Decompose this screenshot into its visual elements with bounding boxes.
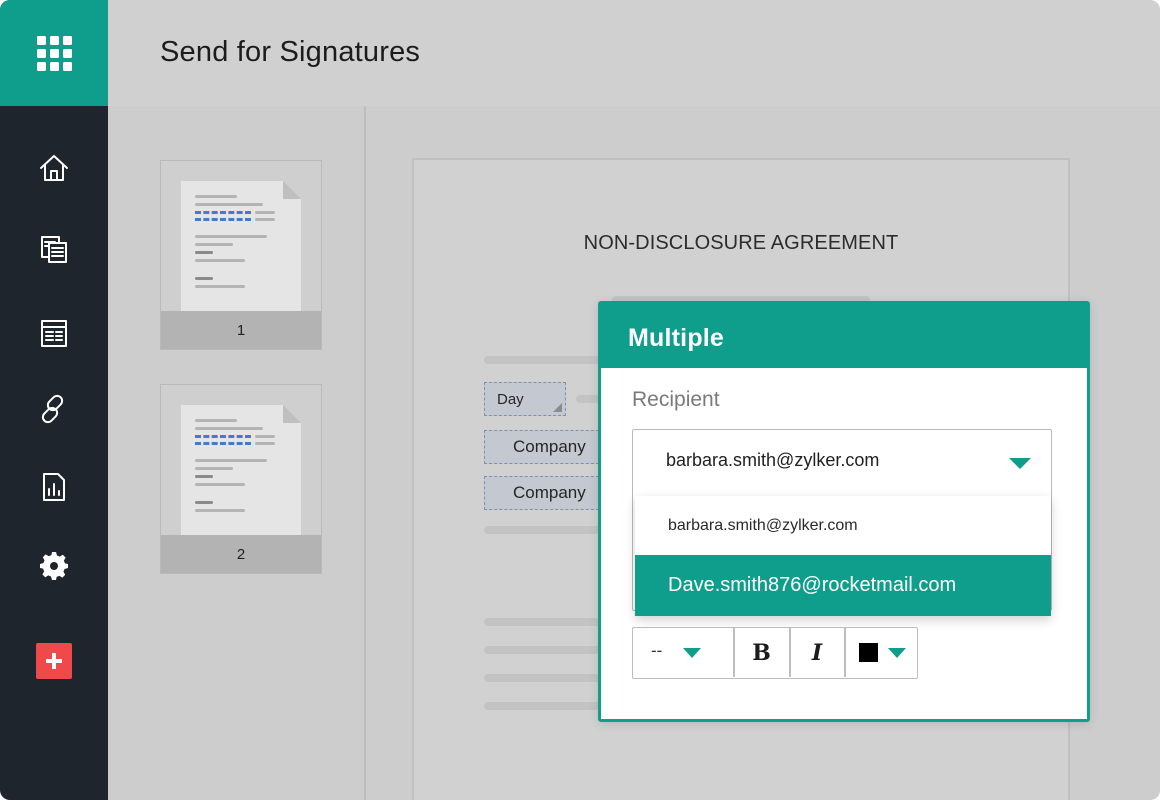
sidebar-item-home[interactable] <box>0 148 108 188</box>
font-size-value: -- <box>651 641 663 660</box>
page-number: 2 <box>161 535 321 573</box>
page-thumbnail-2[interactable]: 2 <box>160 384 322 574</box>
template-icon <box>41 320 67 347</box>
dialog-header: Multiple <box>601 304 1087 368</box>
field-label: Company <box>513 483 586 502</box>
plus-icon <box>46 653 62 669</box>
text-line <box>484 618 604 626</box>
sidebar <box>0 0 108 800</box>
apps-grid-button[interactable] <box>0 0 108 106</box>
page-thumbnail-1[interactable]: 1 <box>160 160 322 350</box>
font-size-select[interactable]: -- <box>633 628 733 677</box>
text-line <box>484 646 604 654</box>
italic-icon: I <box>811 639 823 666</box>
bold-icon: B <box>752 639 771 666</box>
link-icon <box>41 394 64 424</box>
page-number: 1 <box>161 311 321 349</box>
recipient-dropdown-list: barbara.smith@zylker.com Dave.smith876@r… <box>635 496 1051 616</box>
add-button[interactable] <box>36 643 72 679</box>
page-title: Send for Signatures <box>160 36 421 68</box>
recipient-option-highlighted[interactable]: Dave.smith876@rocketmail.com <box>635 555 1051 616</box>
text-line <box>484 356 604 364</box>
option-label: Dave.smith876@rocketmail.com <box>668 574 957 596</box>
text-format-toolbar: -- B I <box>632 627 918 679</box>
field-properties-dialog: Multiple Recipient barbara.smith@zylker.… <box>598 301 1090 722</box>
resize-handle-icon[interactable] <box>553 403 562 412</box>
chevron-down-icon <box>888 648 906 658</box>
sidebar-item-reports[interactable] <box>0 467 108 507</box>
recipient-label: Recipient <box>632 388 720 411</box>
chevron-down-icon[interactable] <box>1009 458 1031 469</box>
text-color-picker[interactable] <box>845 628 917 677</box>
italic-button[interactable]: I <box>790 628 844 677</box>
bold-button[interactable]: B <box>734 628 789 677</box>
home-icon <box>40 155 68 181</box>
sidebar-item-settings[interactable] <box>0 546 108 586</box>
documents-icon <box>41 236 67 263</box>
selected-recipient: barbara.smith@zylker.com <box>666 450 880 470</box>
field-label: Company <box>513 437 586 456</box>
dialog-title: Multiple <box>628 324 725 352</box>
page-preview <box>181 405 301 535</box>
company-field[interactable]: Company <box>484 476 604 510</box>
sidebar-item-documents[interactable] <box>0 229 108 269</box>
document-title: NON-DISCLOSURE AGREEMENT <box>583 232 899 254</box>
recipient-option[interactable]: barbara.smith@zylker.com <box>635 496 1051 555</box>
report-icon <box>43 473 65 501</box>
page-preview <box>181 181 301 311</box>
page-header: Send for Signatures <box>108 0 1160 106</box>
chevron-down-icon <box>683 648 701 658</box>
color-swatch <box>859 643 878 662</box>
day-field[interactable]: Day <box>484 382 566 416</box>
field-label: Day <box>497 390 524 408</box>
app-window: Send for Signatures 1 2 NON-DISCLOSURE A… <box>0 0 1160 800</box>
sidebar-item-links[interactable] <box>0 389 108 429</box>
gear-icon <box>40 552 68 580</box>
option-label: barbara.smith@zylker.com <box>668 516 858 534</box>
text-line <box>484 702 604 710</box>
text-line <box>484 674 604 682</box>
apps-grid-icon <box>36 35 72 71</box>
panel-divider <box>364 106 366 800</box>
text-line <box>484 526 604 534</box>
company-field[interactable]: Company <box>484 430 604 464</box>
sidebar-item-templates[interactable] <box>0 313 108 353</box>
